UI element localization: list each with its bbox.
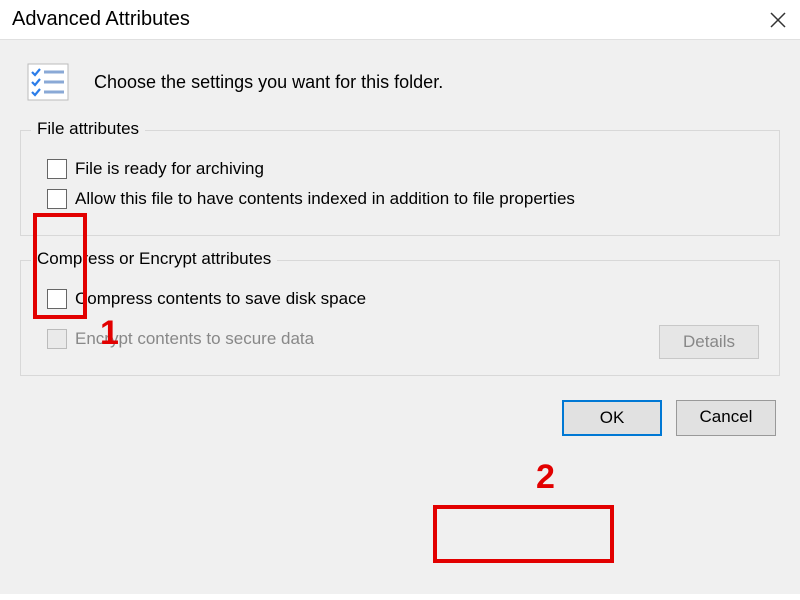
archive-checkbox-label: File is ready for archiving [75,159,264,179]
group-file-attributes: File attributes File is ready for archiv… [20,130,780,236]
group-compress-encrypt: Compress or Encrypt attributes Compress … [20,260,780,376]
index-checkbox-label: Allow this file to have contents indexed… [75,189,575,209]
details-button: Details [659,325,759,359]
titlebar: Advanced Attributes [0,0,800,40]
archive-checkbox-row[interactable]: File is ready for archiving [35,159,765,179]
settings-list-icon [26,60,70,104]
close-icon [769,11,787,29]
intro-text: Choose the settings you want for this fo… [94,72,443,93]
index-checkbox-row[interactable]: Allow this file to have contents indexed… [35,189,765,209]
compress-checkbox-row[interactable]: Compress contents to save disk space [35,289,765,309]
ok-button[interactable]: OK [562,400,662,436]
group-file-attributes-title: File attributes [31,119,145,139]
compress-checkbox-label: Compress contents to save disk space [75,289,366,309]
action-row: OK Cancel [20,400,780,436]
dialog-body: Choose the settings you want for this fo… [0,40,800,594]
cancel-button[interactable]: Cancel [676,400,776,436]
intro-row: Choose the settings you want for this fo… [20,60,780,104]
compress-checkbox[interactable] [47,289,67,309]
index-checkbox[interactable] [47,189,67,209]
archive-checkbox[interactable] [47,159,67,179]
dialog-title: Advanced Attributes [12,8,190,31]
close-button[interactable] [768,10,788,30]
group-compress-title: Compress or Encrypt attributes [31,249,277,269]
